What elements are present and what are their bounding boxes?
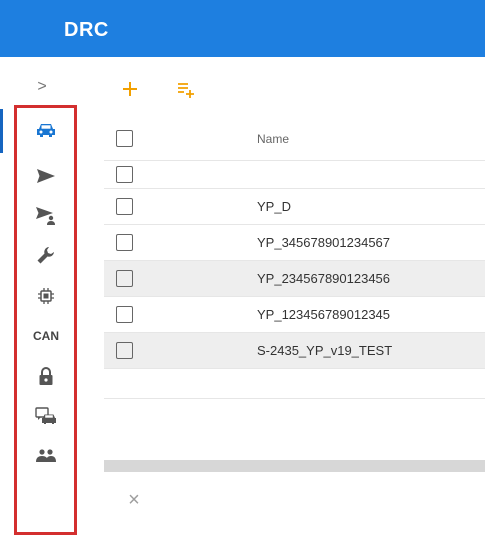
row-checkbox[interactable] [116, 166, 133, 183]
table-row[interactable]: YP_234567890123456 [104, 261, 485, 297]
table-header-row: Name [104, 117, 485, 161]
active-indicator [0, 109, 3, 153]
table-row[interactable]: YP_345678901234567 [104, 225, 485, 261]
row-checkbox[interactable] [116, 306, 133, 323]
row-checkbox[interactable] [116, 198, 133, 215]
playlist-add-icon [178, 83, 194, 98]
table-row[interactable]: YP_D [104, 189, 485, 225]
close-icon: × [128, 488, 140, 511]
sidebar-highlight-box [14, 105, 77, 535]
row-checkbox[interactable] [116, 342, 133, 359]
add-to-list-button[interactable] [172, 75, 200, 103]
app-header: DRC [0, 0, 485, 57]
table-row[interactable]: YP_123456789012345 [104, 297, 485, 333]
sidebar-expand-button[interactable]: > [22, 75, 62, 99]
row-name: S-2435_YP_v19_TEST [257, 343, 393, 358]
close-button[interactable]: × [122, 488, 146, 512]
horizontal-scrollbar[interactable] [104, 460, 485, 472]
table-filler-row [104, 369, 485, 399]
items-table: Name YP_D YP_345678901234567 YP_23456789… [104, 117, 485, 399]
select-all-checkbox[interactable] [116, 130, 133, 147]
main-content: Name YP_D YP_345678901234567 YP_23456789… [84, 57, 485, 533]
column-header-name[interactable]: Name [257, 132, 289, 146]
app-title: DRC [64, 19, 109, 41]
row-name: YP_D [257, 199, 291, 214]
table-row[interactable] [104, 161, 485, 189]
add-button[interactable] [116, 75, 144, 103]
table-row[interactable]: S-2435_YP_v19_TEST [104, 333, 485, 369]
row-name: YP_345678901234567 [257, 235, 391, 250]
chevron-right-icon: > [37, 78, 47, 95]
row-checkbox[interactable] [116, 234, 133, 251]
row-name: YP_234567890123456 [257, 271, 391, 286]
row-name: YP_123456789012345 [257, 307, 391, 322]
row-checkbox[interactable] [116, 270, 133, 287]
plus-icon [123, 82, 137, 96]
